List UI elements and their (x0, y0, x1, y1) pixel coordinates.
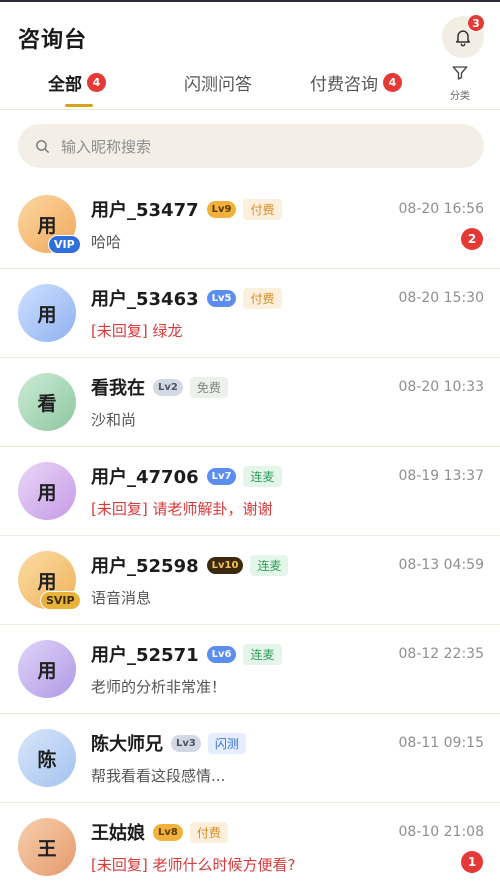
message-preview: 哈哈 (91, 231, 121, 252)
level-badge: Lv3 (171, 734, 201, 752)
unread-count-badge: 2 (461, 228, 483, 250)
notification-count-badge: 3 (467, 14, 485, 32)
user-name: 用户_53477 (91, 200, 199, 221)
message-preview: 沙和尚 (91, 409, 136, 430)
message-text: 老师什么时候方便看? (152, 856, 296, 874)
message-time: 08-20 16:56 (398, 201, 484, 217)
message-time: 08-20 10:33 (398, 379, 484, 395)
message-preview: 老师的分析非常准！ (91, 676, 226, 697)
tab-label: 付费咨询 (310, 75, 378, 95)
consult-type-tag: 连麦 (250, 554, 289, 576)
conversation-item[interactable]: 看 看我在 Lv2 免费 08-20 10:33 沙和尚 (0, 358, 500, 447)
consult-type-tag: 付费 (189, 821, 228, 843)
tab-label: 全部 (48, 75, 82, 95)
user-name: 用户_53463 (91, 289, 199, 310)
svip-badge: SVIP (40, 591, 81, 610)
message-preview: [未回复] 绿龙 (91, 320, 183, 341)
message-time: 08-11 09:15 (398, 735, 484, 751)
consult-type-tag: 付费 (243, 287, 282, 309)
level-badge: Lv2 (153, 378, 183, 396)
message-text: 绿龙 (152, 322, 183, 340)
level-badge: Lv9 (206, 200, 237, 218)
search-bar[interactable]: 输入昵称搜索 (18, 124, 484, 168)
level-badge: Lv8 (153, 823, 183, 841)
conversation-item[interactable]: 王 王姑娘 Lv8 付费 08-10 21:08 [未回复] 老师什么时候方便看… (0, 803, 500, 890)
conversation-item[interactable]: 用 用户_53463 Lv5 付费 08-20 15:30 [未回复] 绿龙 (0, 269, 500, 358)
level-badge: Lv7 (206, 467, 237, 485)
tab-count-badge: 4 (87, 73, 106, 92)
conversation-item[interactable]: 用 用户_47706 Lv7 连麦 08-19 13:37 [未回复] 请老师解… (0, 447, 500, 536)
active-tab-indicator (65, 104, 93, 107)
message-preview: [未回复] 老师什么时候方便看? (91, 854, 295, 875)
message-text: 帮我看看这段感情... (91, 767, 226, 785)
message-preview: [未回复] 请老师解卦，谢谢 (91, 498, 273, 519)
search-icon (36, 139, 49, 153)
page-title: 咨询台 (18, 28, 88, 53)
level-badge: Lv10 (206, 556, 244, 574)
avatar: 用 (18, 284, 76, 342)
tab-bar: 全部 4 闪测问答 付费咨询 4 分类 (0, 62, 500, 110)
unreplied-prefix: [未回复] (91, 500, 148, 518)
level-badge: Lv5 (206, 289, 237, 307)
avatar: 用 (18, 462, 76, 520)
avatar: 看 (18, 373, 76, 431)
level-badge: Lv6 (206, 645, 237, 663)
message-preview: 语音消息 (91, 587, 151, 608)
tab-paid-consult[interactable]: 付费咨询 4 (310, 70, 402, 95)
tab-all[interactable]: 全部 4 (48, 70, 106, 95)
consult-type-tag: 付费 (243, 198, 282, 220)
user-name: 用户_52598 (91, 556, 199, 577)
filter-icon (452, 66, 468, 80)
header: 咨询台 3 (0, 2, 500, 68)
consult-type-tag: 连麦 (243, 643, 282, 665)
conversation-item[interactable]: 陈 陈大师兄 Lv3 闪测 08-11 09:15 帮我看看这段感情... (0, 714, 500, 803)
message-time: 08-20 15:30 (398, 290, 484, 306)
tab-label: 闪测问答 (184, 75, 252, 95)
message-preview: 帮我看看这段感情... (91, 765, 225, 786)
message-text: 语音消息 (91, 589, 152, 607)
user-name: 用户_47706 (91, 467, 199, 488)
consult-type-tag: 闪测 (207, 732, 246, 754)
message-time: 08-10 21:08 (398, 824, 484, 840)
message-text: 老师的分析非常准！ (91, 678, 227, 696)
vip-badge: VIP (48, 235, 81, 254)
avatar: 用 (18, 640, 76, 698)
unread-count-badge: 1 (461, 851, 483, 873)
consult-type-tag: 免费 (189, 376, 228, 398)
consult-type-tag: 连麦 (243, 465, 282, 487)
user-name: 看我在 (91, 378, 145, 399)
conversation-item[interactable]: 用 VIP 用户_53477 Lv9 付费 08-20 16:56 哈哈 2 (0, 180, 500, 269)
user-name: 用户_52571 (91, 645, 199, 666)
conversation-item[interactable]: 用 SVIP 用户_52598 Lv10 连麦 08-13 04:59 语音消息 (0, 536, 500, 625)
avatar: 王 (18, 818, 76, 876)
filter-button[interactable]: 分类 (443, 64, 477, 102)
tab-count-badge: 4 (383, 73, 402, 92)
conversation-item[interactable]: 用 用户_52571 Lv6 连麦 08-12 22:35 老师的分析非常准！ (0, 625, 500, 714)
user-name: 王姑娘 (91, 823, 145, 844)
search-input[interactable]: 输入昵称搜索 (61, 136, 151, 157)
unreplied-prefix: [未回复] (91, 856, 148, 874)
user-name: 陈大师兄 (91, 734, 163, 755)
message-text: 请老师解卦，谢谢 (152, 500, 273, 518)
avatar: 陈 (18, 729, 76, 787)
filter-label: 分类 (450, 91, 470, 102)
message-text: 哈哈 (91, 233, 122, 251)
message-time: 08-13 04:59 (398, 557, 484, 573)
tab-flash-qa[interactable]: 闪测问答 (184, 70, 252, 95)
message-time: 08-19 13:37 (398, 468, 484, 484)
message-time: 08-12 22:35 (398, 646, 484, 662)
message-text: 沙和尚 (91, 411, 137, 429)
unreplied-prefix: [未回复] (91, 322, 148, 340)
